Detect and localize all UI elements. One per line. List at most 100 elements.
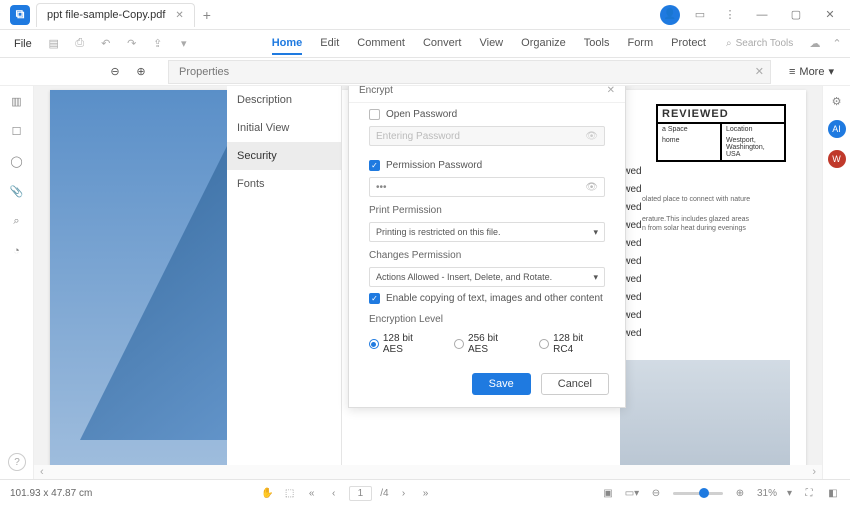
prev-page-icon[interactable]: ‹ (327, 487, 341, 501)
tab-form[interactable]: Form (627, 33, 653, 55)
tab-protect[interactable]: Protect (671, 33, 706, 55)
stamp-col2-head: Location (722, 124, 784, 135)
ribbon-tabs: Home Edit Comment Convert View Organize … (272, 33, 706, 55)
enc-radio-128aes[interactable]: 128 bit AES (369, 333, 434, 355)
cloud-icon[interactable]: ☁ (808, 37, 822, 51)
page-line-2: erature.This includes glazed areas (642, 215, 792, 225)
eye-icon[interactable]: 👁 (585, 182, 598, 193)
zoom-out-icon[interactable]: ⊖ (108, 65, 122, 79)
props-tab-security[interactable]: Security (227, 142, 341, 170)
help-icon[interactable]: ? (8, 453, 26, 471)
tab-tools[interactable]: Tools (584, 33, 610, 55)
tab-edit[interactable]: Edit (320, 33, 339, 55)
first-page-icon[interactable]: « (305, 487, 319, 501)
window-minimize-icon[interactable]: — (750, 5, 774, 25)
tab-home[interactable]: Home (272, 33, 303, 55)
settings-sliders-icon[interactable]: ⚙ (830, 94, 844, 108)
encrypt-save-button[interactable]: Save (472, 373, 531, 395)
enc-radio-128rc4[interactable]: 128 bit RC4 (539, 333, 605, 355)
encrypt-dialog: Encrypt ✕ Open Password Entering Passwor… (348, 86, 626, 408)
zoom-slider[interactable] (673, 492, 723, 495)
tab-convert[interactable]: Convert (423, 33, 462, 55)
layers-icon[interactable]: ◔ (10, 244, 24, 258)
radio-off-icon (539, 339, 549, 349)
document-tab[interactable]: ppt file-sample-Copy.pdf ✕ (36, 3, 195, 27)
fit-screen-icon[interactable]: ▣ (601, 487, 615, 501)
print-permission-select[interactable]: Printing is restricted on this file. ▾ (369, 222, 605, 242)
scroll-left-icon[interactable]: ‹ (40, 466, 44, 478)
zoom-in-btn-icon[interactable]: ⊕ (733, 487, 747, 501)
zoom-out-btn-icon[interactable]: ⊖ (649, 487, 663, 501)
right-rail: ⚙ AI W (822, 86, 850, 479)
next-page-icon[interactable]: › (397, 487, 411, 501)
tab-comment[interactable]: Comment (357, 33, 405, 55)
qa-more-icon[interactable]: ▾ (176, 36, 192, 52)
props-tab-description[interactable]: Description (227, 86, 341, 114)
permission-password-checkbox[interactable]: ✓ Permission Password (369, 160, 605, 171)
permission-password-input[interactable]: ••• 👁 (369, 177, 605, 197)
new-tab-button[interactable]: + (195, 3, 219, 27)
kebab-menu-icon[interactable]: ⋮ (720, 5, 740, 25)
zoom-in-icon[interactable]: ⊕ (134, 65, 148, 79)
select-tool-icon[interactable]: ⬚ (283, 487, 297, 501)
bookmarks-icon[interactable]: ☐ (10, 124, 24, 138)
page-number-input[interactable]: 1 (349, 486, 373, 501)
cursor-coordinates: 101.93 x 47.87 cm (10, 488, 92, 499)
print-icon[interactable]: ⎙ (72, 36, 88, 52)
page-image-right (620, 360, 790, 479)
collapse-ribbon-icon[interactable]: ⌃ (830, 37, 844, 51)
attachments-icon[interactable]: 📎 (10, 184, 24, 198)
changes-permission-select[interactable]: Actions Allowed - Insert, Delete, and Ro… (369, 267, 605, 287)
properties-title: Properties (179, 66, 229, 78)
redo-icon[interactable]: ↷ (124, 36, 140, 52)
open-icon[interactable]: ▤ (46, 36, 62, 52)
thumbnails-icon[interactable]: ▥ (10, 94, 24, 108)
search-panel-icon[interactable]: ⌕ (10, 214, 24, 228)
props-tab-fonts[interactable]: Fonts (227, 170, 341, 198)
office-addon-icon[interactable]: W (828, 150, 846, 168)
reading-mode-icon[interactable]: ◧ (826, 487, 840, 501)
enable-copying-checkbox[interactable]: ✓ Enable copying of text, images and oth… (369, 293, 605, 304)
search-tools[interactable]: ⌕ Search Tools (726, 38, 793, 49)
enc-radio-256aes[interactable]: 256 bit AES (454, 333, 519, 355)
window-close-icon[interactable]: ✕ (818, 5, 842, 25)
fullscreen-icon[interactable]: ⛶ (802, 487, 816, 501)
properties-panel: Description Initial View Security Fonts (227, 86, 342, 466)
scroll-right-icon[interactable]: › (812, 466, 816, 478)
properties-header: Properties ✕ (168, 60, 771, 84)
zoom-chevron-icon[interactable]: ▾ (787, 488, 792, 499)
toolbar-secondary: ⊖ ⊕ Properties ✕ ≡ More ▾ (0, 58, 850, 86)
open-password-input: Entering Password 👁 (369, 126, 605, 146)
window-maximize-icon[interactable]: ▢ (784, 5, 808, 25)
view-mode-icon[interactable]: ▭▾ (625, 487, 639, 501)
properties-close-icon[interactable]: ✕ (755, 65, 764, 78)
checkbox-icon (369, 109, 380, 120)
left-rail: ▥ ☐ ◯ 📎 ⌕ ◔ (0, 86, 34, 479)
user-avatar-icon[interactable]: 👤 (660, 5, 680, 25)
document-viewport[interactable]: REVIEWED a Space Location home Westport,… (34, 86, 822, 479)
enable-copying-label: Enable copying of text, images and other… (386, 293, 603, 304)
encrypt-title: Encrypt (359, 86, 393, 96)
horizontal-scrollbar[interactable]: ‹ › (34, 465, 822, 479)
share-icon[interactable]: ⇪ (150, 36, 166, 52)
hand-tool-icon[interactable]: ✋ (261, 487, 275, 501)
app-panel-icon[interactable]: ▭ (690, 5, 710, 25)
enc-radio-label: 256 bit AES (468, 333, 519, 355)
undo-icon[interactable]: ↶ (98, 36, 114, 52)
tab-view[interactable]: View (479, 33, 503, 55)
last-page-icon[interactable]: » (419, 487, 433, 501)
close-tab-icon[interactable]: ✕ (175, 10, 183, 21)
print-permission-label: Print Permission (369, 205, 605, 216)
statusbar: 101.93 x 47.87 cm ✋ ⬚ « ‹ 1 /4 › » ▣ ▭▾ … (0, 479, 850, 507)
encrypt-close-icon[interactable]: ✕ (607, 86, 615, 96)
props-tab-initial-view[interactable]: Initial View (227, 114, 341, 142)
tab-organize[interactable]: Organize (521, 33, 566, 55)
outline-icon[interactable]: ◯ (10, 154, 24, 168)
encrypt-cancel-button[interactable]: Cancel (541, 373, 609, 395)
encryption-level-group: 128 bit AES 256 bit AES 128 bit RC4 (369, 333, 605, 355)
open-password-checkbox[interactable]: Open Password (369, 109, 605, 120)
more-dropdown[interactable]: ≡ More ▾ (781, 65, 842, 78)
ai-assistant-icon[interactable]: AI (828, 120, 846, 138)
zoom-value: 31% (757, 488, 777, 499)
file-menu[interactable]: File (6, 38, 40, 50)
